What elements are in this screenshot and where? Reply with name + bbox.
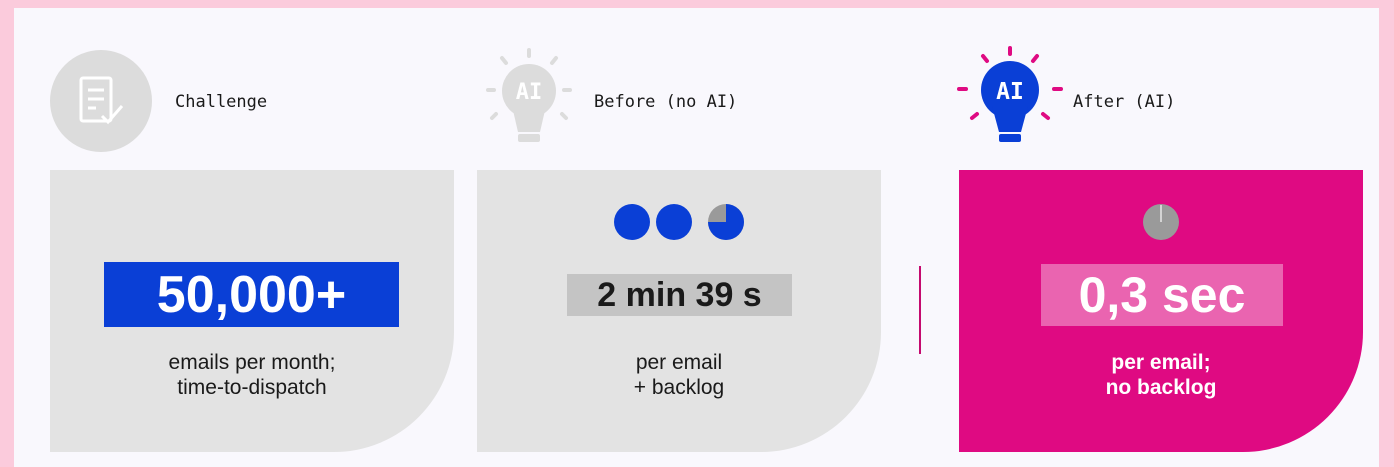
timer-circle	[1143, 204, 1179, 245]
after-description: per email; no backlog	[959, 350, 1363, 400]
description-line: no backlog	[1105, 376, 1217, 399]
progress-circle-full	[614, 204, 650, 240]
before-value: 2 min 39 s	[567, 274, 792, 316]
description-line: emails per month;	[168, 351, 336, 374]
divider	[919, 266, 921, 354]
before-header: Before (no AI)	[594, 92, 738, 112]
description-line: per email	[635, 351, 723, 374]
challenge-value: 50,000+	[104, 262, 399, 327]
description-line: + backlog	[633, 376, 725, 399]
progress-circle-full	[656, 204, 692, 240]
before-description: per email + backlog	[477, 350, 881, 400]
ai-lightbulb-icon: AI	[954, 44, 1066, 154]
progress-circles	[614, 203, 746, 246]
ai-icon-text: AI	[516, 80, 543, 105]
challenge-header: Challenge	[175, 92, 268, 112]
ai-icon-text: AI	[996, 79, 1024, 105]
after-header: After (AI)	[1073, 92, 1176, 112]
description-line: per email;	[1111, 351, 1211, 374]
progress-circle-partial	[708, 204, 744, 240]
document-check-icon	[50, 50, 152, 152]
after-value: 0,3 sec	[1041, 264, 1283, 326]
challenge-description: emails per month; time-to-dispatch	[50, 350, 454, 400]
description-line: time-to-dispatch	[177, 376, 327, 399]
ai-lightbulb-icon: AI	[474, 46, 584, 156]
